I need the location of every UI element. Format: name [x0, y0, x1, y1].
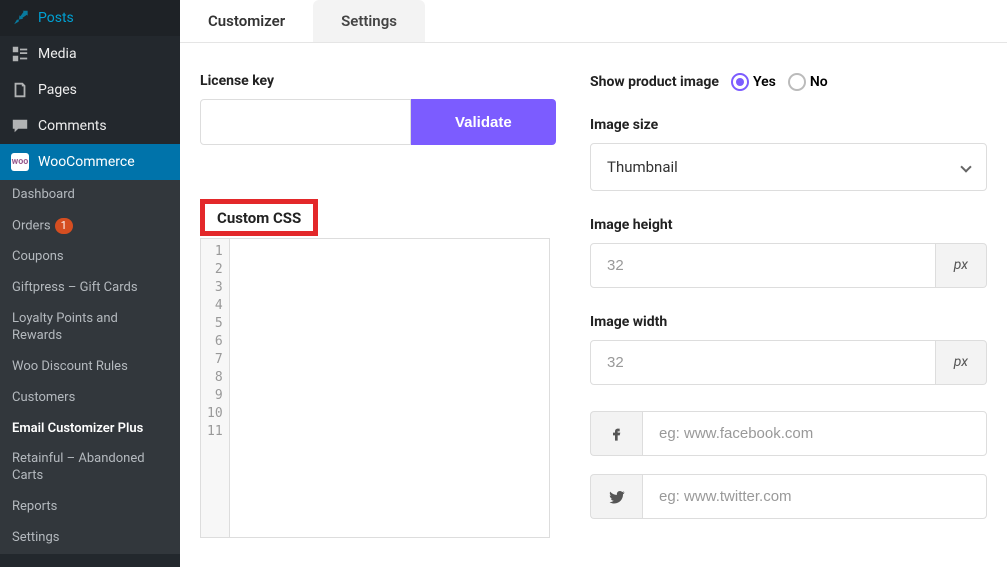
submenu-coupons[interactable]: Coupons — [0, 242, 180, 273]
page-icon — [10, 80, 30, 100]
sidebar-submenu: Dashboard Orders1 Coupons Giftpress – Gi… — [0, 180, 180, 554]
main-content: Customizer Settings License key Validate… — [180, 0, 1007, 567]
pin-icon — [10, 8, 30, 28]
show-image-yes[interactable]: Yes — [731, 73, 776, 91]
tab-settings[interactable]: Settings — [313, 0, 425, 42]
submenu-orders[interactable]: Orders1 — [0, 211, 180, 242]
submenu-retainful[interactable]: Retainful – Abandoned Carts — [0, 444, 180, 492]
submenu-reports[interactable]: Reports — [0, 492, 180, 523]
license-group: License key Validate — [200, 73, 550, 145]
license-label: License key — [200, 73, 550, 89]
submenu-settings[interactable]: Settings — [0, 523, 180, 554]
submenu-loyalty[interactable]: Loyalty Points and Rewards — [0, 304, 180, 352]
sidebar-label: Pages — [38, 82, 77, 98]
validate-button[interactable]: Validate — [411, 99, 556, 145]
submenu-discount[interactable]: Woo Discount Rules — [0, 352, 180, 383]
twitter-row — [590, 474, 987, 519]
sidebar-item-media[interactable]: Media — [0, 36, 180, 72]
submenu-giftpress[interactable]: Giftpress – Gift Cards — [0, 273, 180, 304]
tab-customizer[interactable]: Customizer — [180, 0, 313, 42]
px-suffix: px — [936, 243, 987, 288]
code-textarea[interactable] — [230, 239, 549, 537]
right-column: Show product image Yes No Image size Thu… — [590, 73, 987, 562]
image-height-input[interactable] — [590, 243, 936, 288]
sidebar-label: WooCommerce — [38, 154, 135, 170]
sidebar-label: Posts — [38, 10, 74, 26]
chevron-down-icon — [960, 161, 971, 172]
media-icon — [10, 44, 30, 64]
twitter-icon — [590, 474, 642, 519]
image-width-label: Image width — [590, 314, 987, 330]
radio-icon — [788, 73, 806, 91]
admin-sidebar: Posts Media Pages Comments woo WooCommer… — [0, 0, 180, 567]
orders-badge: 1 — [55, 218, 73, 234]
image-size-select[interactable]: Thumbnail — [590, 143, 987, 191]
image-height-label: Image height — [590, 217, 987, 233]
line-numbers: 1234567891011 — [201, 239, 230, 537]
image-height-group: Image height px — [590, 217, 987, 288]
submenu-customers[interactable]: Customers — [0, 383, 180, 414]
show-image-no[interactable]: No — [788, 73, 828, 91]
tab-bar: Customizer Settings — [180, 0, 1007, 43]
image-size-label: Image size — [590, 117, 987, 133]
license-input[interactable] — [200, 99, 411, 145]
sidebar-label: Comments — [38, 118, 107, 134]
twitter-input[interactable] — [642, 474, 987, 519]
comment-icon — [10, 116, 30, 136]
sidebar-item-posts[interactable]: Posts — [0, 0, 180, 36]
facebook-row — [590, 411, 987, 456]
sidebar-item-comments[interactable]: Comments — [0, 108, 180, 144]
sidebar-label: Media — [38, 46, 77, 62]
custom-css-highlight: Custom CSS — [200, 199, 318, 236]
show-image-group: Show product image Yes No — [590, 73, 987, 91]
image-width-input[interactable] — [590, 340, 936, 385]
submenu-email-customizer[interactable]: Email Customizer Plus — [0, 414, 180, 445]
content-area: License key Validate Custom CSS 12345678… — [180, 43, 1007, 562]
custom-css-label: Custom CSS — [217, 209, 301, 227]
facebook-icon — [590, 411, 642, 456]
sidebar-item-pages[interactable]: Pages — [0, 72, 180, 108]
show-image-label: Show product image — [590, 74, 719, 90]
radio-icon — [731, 73, 749, 91]
submenu-dashboard[interactable]: Dashboard — [0, 180, 180, 211]
image-size-group: Image size Thumbnail — [590, 117, 987, 191]
left-column: License key Validate Custom CSS 12345678… — [200, 73, 550, 562]
sidebar-item-woocommerce[interactable]: woo WooCommerce — [0, 144, 180, 180]
custom-css-editor[interactable]: 1234567891011 — [200, 238, 550, 538]
woo-icon: woo — [10, 152, 30, 172]
px-suffix: px — [936, 340, 987, 385]
image-width-group: Image width px — [590, 314, 987, 385]
facebook-input[interactable] — [642, 411, 987, 456]
